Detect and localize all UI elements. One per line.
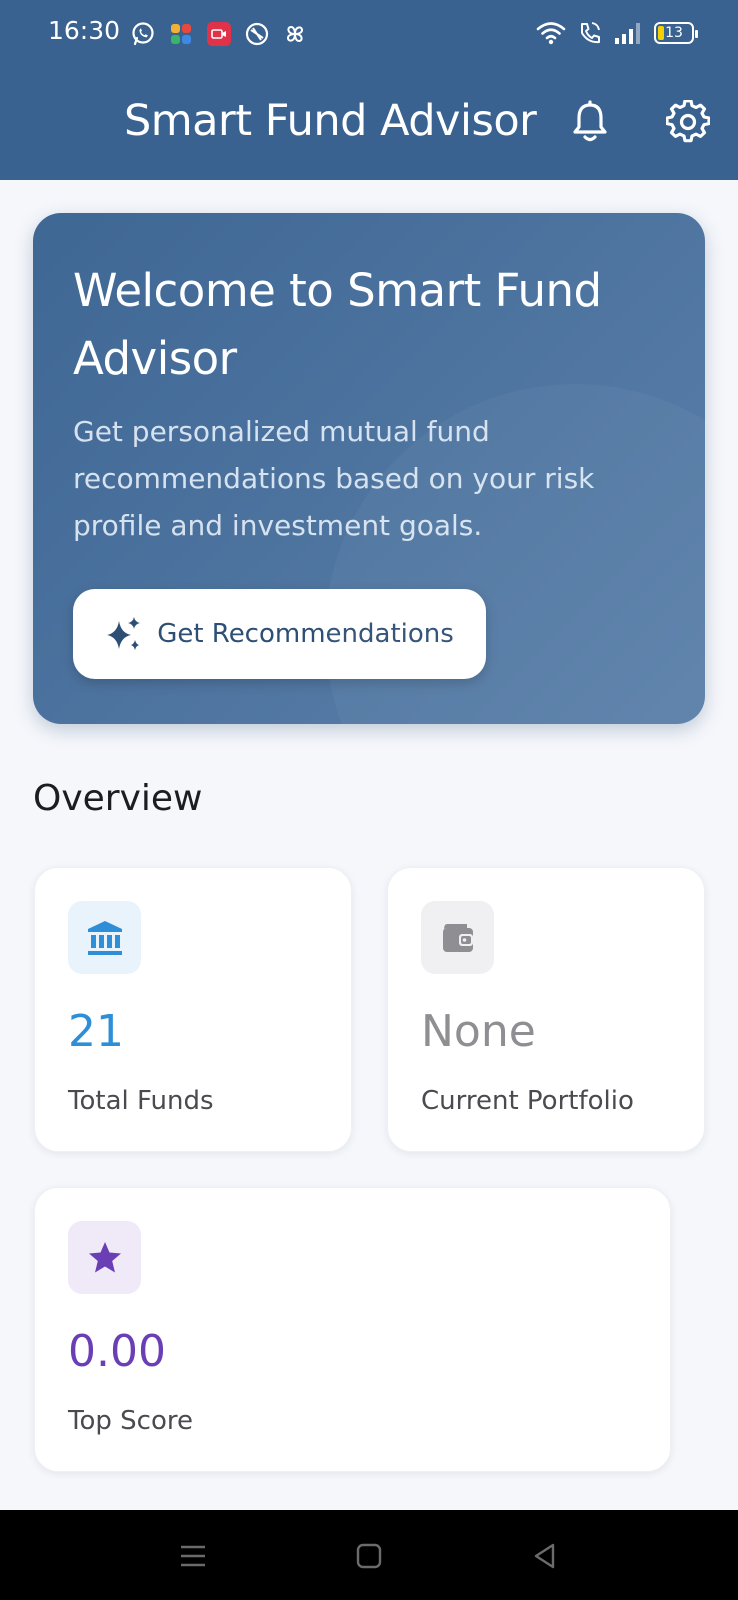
compass-app-icon bbox=[245, 22, 269, 46]
stat-label: Total Funds bbox=[68, 1086, 214, 1116]
colorful-app-icon bbox=[171, 24, 191, 44]
recent-apps-button[interactable] bbox=[171, 1534, 215, 1578]
stat-value: 0.00 bbox=[68, 1326, 166, 1377]
get-recommendations-label: Get Recommendations bbox=[157, 619, 454, 649]
wifi-icon bbox=[536, 22, 566, 45]
system-nav-bar bbox=[0, 1510, 738, 1600]
home-icon bbox=[356, 1543, 382, 1569]
stat-value: 21 bbox=[68, 1006, 124, 1057]
settings-button[interactable] bbox=[664, 98, 712, 146]
overview-heading: Overview bbox=[33, 778, 203, 819]
bell-icon bbox=[573, 100, 607, 142]
stat-icon-box bbox=[421, 901, 494, 974]
status-bar: 16:30 13 bbox=[0, 0, 738, 66]
wallet-icon bbox=[442, 923, 473, 952]
welcome-title: Welcome to Smart Fund Advisor bbox=[73, 264, 602, 385]
app-title: Smart Fund Advisor bbox=[124, 96, 537, 146]
menu-icon bbox=[181, 1545, 205, 1567]
home-button[interactable] bbox=[347, 1534, 391, 1578]
status-time: 16:30 bbox=[48, 16, 121, 45]
welcome-card: Welcome to Smart Fund Advisor Get person… bbox=[33, 213, 705, 724]
battery-level: 13 bbox=[665, 25, 683, 41]
whatsapp-icon bbox=[132, 22, 154, 46]
sparkle-icon bbox=[107, 617, 141, 650]
star-icon bbox=[88, 1241, 121, 1272]
notifications-button[interactable] bbox=[566, 98, 614, 146]
gear-icon bbox=[666, 100, 710, 143]
stat-label: Top Score bbox=[68, 1406, 193, 1436]
status-system-icons: 13 bbox=[536, 18, 698, 48]
stat-card-current-portfolio[interactable]: None Current Portfolio bbox=[387, 867, 705, 1152]
signal-icon bbox=[615, 23, 640, 44]
welcome-description: Get personalized mutual fund recommendat… bbox=[73, 415, 595, 542]
get-recommendations-button[interactable]: Get Recommendations bbox=[73, 589, 486, 679]
bank-icon bbox=[87, 920, 122, 955]
video-app-icon bbox=[207, 22, 231, 46]
status-notification-icons bbox=[130, 20, 308, 48]
pinwheel-app-icon bbox=[286, 25, 304, 43]
back-icon bbox=[534, 1543, 555, 1569]
stat-value: None bbox=[421, 1006, 536, 1057]
battery-icon: 13 bbox=[654, 22, 698, 44]
stat-card-total-funds[interactable]: 21 Total Funds bbox=[34, 867, 352, 1152]
stat-label: Current Portfolio bbox=[421, 1086, 634, 1116]
stat-icon-box bbox=[68, 901, 141, 974]
stat-card-top-score[interactable]: 0.00 Top Score bbox=[34, 1187, 671, 1472]
header: 16:30 13 Smart Fund Advisor bbox=[0, 0, 738, 180]
back-button[interactable] bbox=[523, 1534, 567, 1578]
call-icon bbox=[581, 22, 600, 44]
app-screen: 16:30 13 Smart Fund Advisor Welcome to S… bbox=[0, 0, 738, 1600]
stat-icon-box bbox=[68, 1221, 141, 1294]
